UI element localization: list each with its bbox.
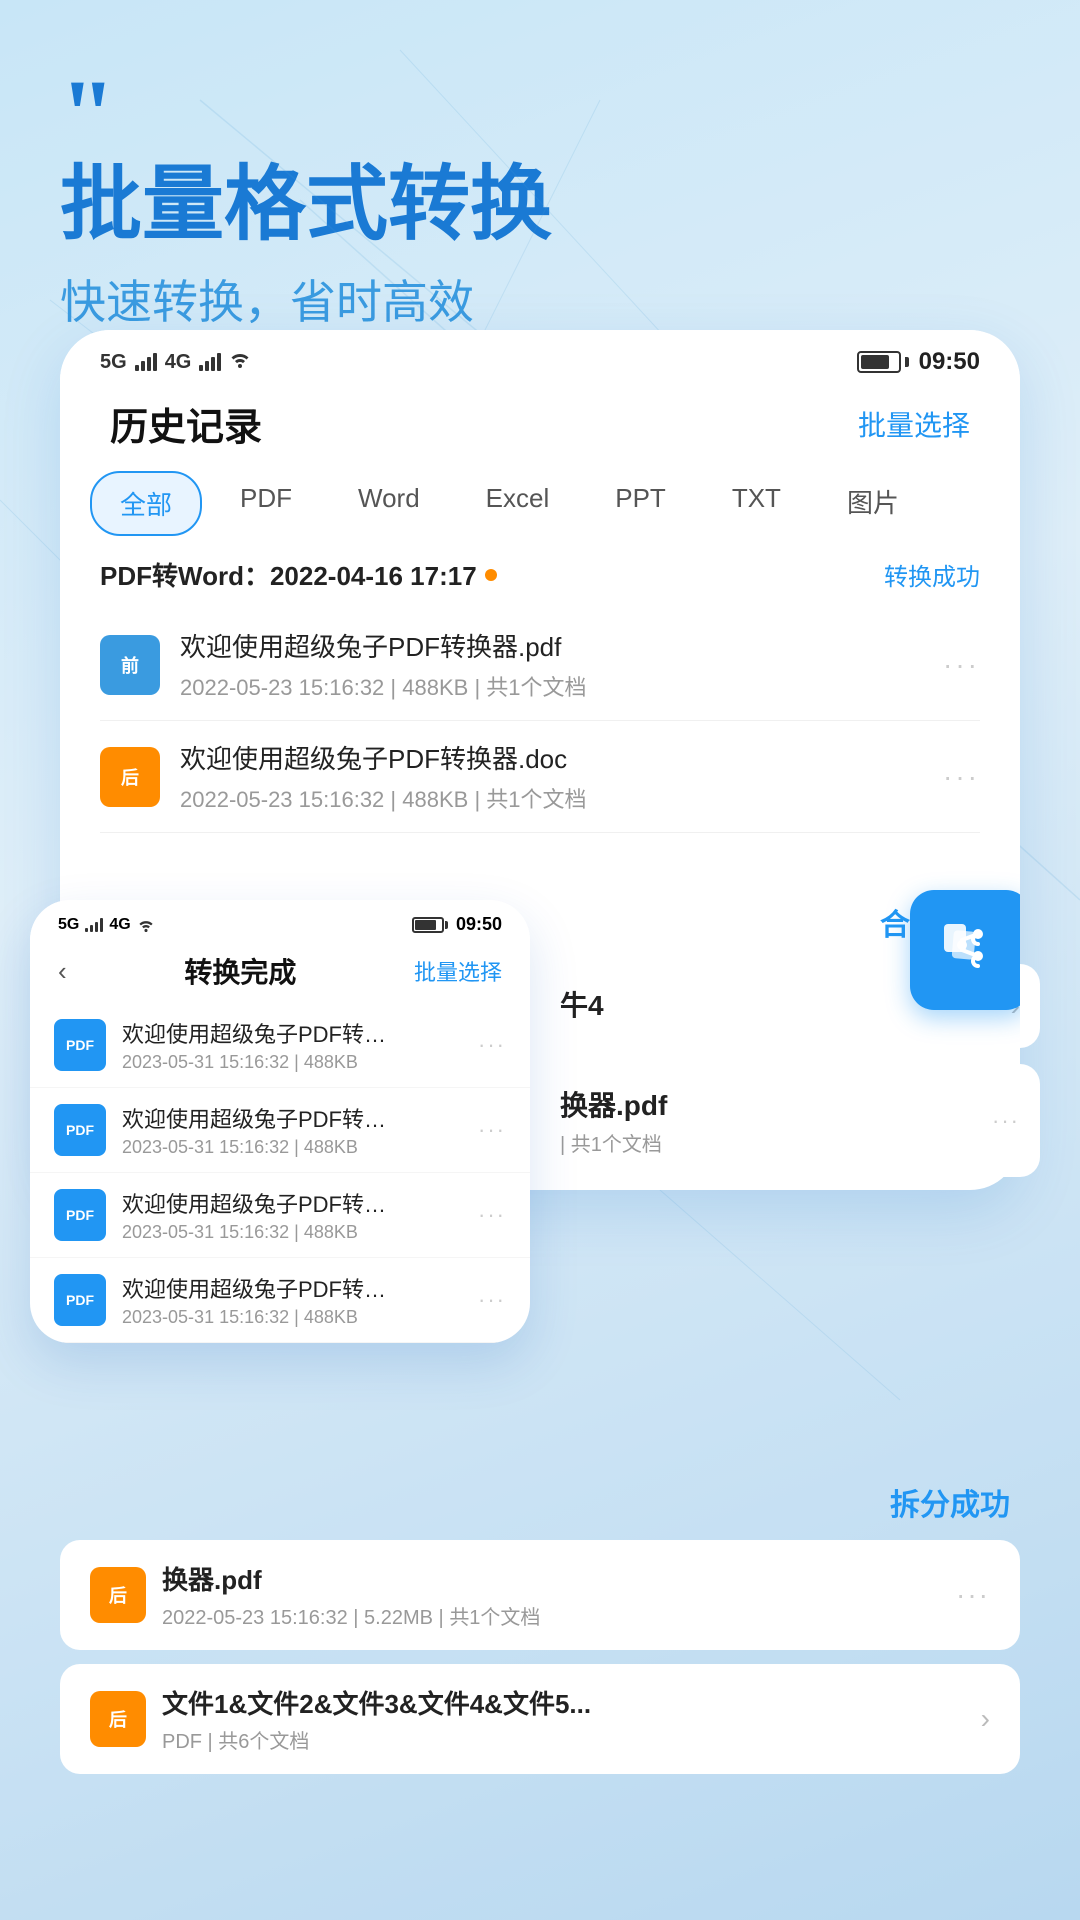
tab-all[interactable]: 全部 <box>90 471 202 536</box>
app-header: 历史记录 批量选择 <box>60 386 1020 471</box>
header-section: " 批量格式转换 快速转换，省时高效 <box>0 0 1080 372</box>
batch-select-btn[interactable]: 批量选择 <box>858 404 970 444</box>
combined-info: 文件1&文件2&文件3&文件4&文件5... PDF | 共6个文档 <box>162 1684 965 1754</box>
file-more-btn-1[interactable]: ··· <box>943 649 980 681</box>
file-meta-1: 2022-05-23 15:16:32 | 488KB | 共1个文档 <box>180 670 923 702</box>
header-title: 批量格式转换 <box>60 160 1020 250</box>
sec-file-list: PDF 欢迎使用超级兔子PDF转换器.pdf 2023-05-31 15:16:… <box>30 1003 530 1343</box>
file-info-1: 欢迎使用超级兔子PDF转换器.pdf 2022-05-23 15:16:32 |… <box>180 627 923 702</box>
tab-bar: 全部 PDF Word Excel PPT TXT 图片 <box>60 471 1020 536</box>
sec-file-info-2: 欢迎使用超级兔子PDF转换器.pdf 2023-05-31 15:16:32 |… <box>122 1102 462 1158</box>
sec-back-btn[interactable]: ‹ <box>58 956 67 987</box>
app-title: 历史记录 <box>110 396 262 451</box>
signal-5g: 5G <box>100 351 127 374</box>
conv-status: 转换成功 <box>884 557 980 592</box>
file-more-btn-2[interactable]: ··· <box>943 761 980 793</box>
sec-more-btn-2[interactable]: ··· <box>478 1117 506 1143</box>
sec-file-info-1: 欢迎使用超级兔子PDF转换器.pdf 2023-05-31 15:16:32 |… <box>122 1017 462 1073</box>
quote-mark: " <box>60 80 1020 150</box>
signal-bars-4g <box>135 353 157 371</box>
right-file-info-2: 换器.pdf | 共1个文档 <box>560 1084 976 1157</box>
sec-app-header: ‹ 转换完成 批量选择 <box>30 943 530 1003</box>
time-display: 09:50 <box>919 348 980 376</box>
sec-status-left: 5G 4G <box>58 916 155 934</box>
combined-meta: PDF | 共6个文档 <box>162 1725 965 1754</box>
split-status-label: 拆分成功 <box>60 1480 1010 1524</box>
file-badge-after: 后 <box>100 747 160 807</box>
sec-file-name-3: 欢迎使用超级兔子PDF转换器.pdf <box>122 1187 402 1219</box>
file-name-2: 欢迎使用超级兔子PDF转换器.doc <box>180 739 923 776</box>
split-more-btn[interactable]: ··· <box>956 1579 990 1611</box>
tab-pdf[interactable]: PDF <box>212 471 320 536</box>
share-button[interactable] <box>910 890 1020 1010</box>
signal-bars <box>199 353 221 371</box>
sec-batch-select[interactable]: 批量选择 <box>414 955 502 987</box>
sec-file-item-2[interactable]: PDF 欢迎使用超级兔子PDF转换器.pdf 2023-05-31 15:16:… <box>30 1088 530 1173</box>
sec-status-right: 09:50 <box>412 914 502 935</box>
sec-pdf-icon-4: PDF <box>54 1274 106 1326</box>
status-right: 09:50 <box>857 348 980 376</box>
combined-name: 文件1&文件2&文件3&文件4&文件5... <box>162 1684 965 1721</box>
right-file-meta-2: | 共1个文档 <box>560 1128 976 1157</box>
right-file-name-2: 换器.pdf <box>560 1084 976 1124</box>
secondary-phone-mockup: 5G 4G 09:50 ‹ 转换完成 批量选择 <box>30 900 530 1343</box>
file-name-1: 欢迎使用超级兔子PDF转换器.pdf <box>180 627 923 664</box>
sec-file-meta-1: 2023-05-31 15:16:32 | 488KB <box>122 1052 462 1073</box>
header-subtitle: 快速转换，省时高效 <box>60 266 1020 332</box>
right-more-btn[interactable]: ··· <box>992 1108 1020 1134</box>
combined-file-item[interactable]: 后 文件1&文件2&文件3&文件4&文件5... PDF | 共6个文档 › <box>60 1664 1020 1774</box>
tab-excel[interactable]: Excel <box>458 471 578 536</box>
sec-pdf-icon-1: PDF <box>54 1019 106 1071</box>
combined-badge: 后 <box>90 1691 146 1747</box>
sec-more-btn-1[interactable]: ··· <box>478 1032 506 1058</box>
split-file-badge: 后 <box>90 1567 146 1623</box>
sec-more-btn-4[interactable]: ··· <box>478 1287 506 1313</box>
sec-status-bar: 5G 4G 09:50 <box>30 900 530 943</box>
file-info-2: 欢迎使用超级兔子PDF转换器.doc 2022-05-23 15:16:32 |… <box>180 739 923 814</box>
right-file-item-2[interactable]: 换器.pdf | 共1个文档 ··· <box>540 1064 1040 1177</box>
file-badge-prev: 前 <box>100 635 160 695</box>
sec-file-meta-4: 2023-05-31 15:16:32 | 488KB <box>122 1307 462 1328</box>
tab-image[interactable]: 图片 <box>819 471 927 536</box>
tab-txt[interactable]: TXT <box>704 471 809 536</box>
battery-icon <box>857 351 909 373</box>
status-left: 5G 4G <box>100 350 251 374</box>
sec-file-info-4: 欢迎使用超级兔子PDF转换器.pdf 2023-05-31 15:16:32 |… <box>122 1272 462 1328</box>
bottom-panel: 拆分成功 后 换器.pdf 2022-05-23 15:16:32 | 5.22… <box>60 1480 1020 1774</box>
sec-file-info-3: 欢迎使用超级兔子PDF转换器.pdf 2023-05-31 15:16:32 |… <box>122 1187 462 1243</box>
conv-group-header: PDF转Word：2022-04-16 17:17 转换成功 <box>100 556 980 593</box>
split-file-item[interactable]: 后 换器.pdf 2022-05-23 15:16:32 | 5.22MB | … <box>60 1540 1020 1650</box>
signal-4g: 4G <box>165 351 192 374</box>
sec-file-meta-2: 2023-05-31 15:16:32 | 488KB <box>122 1137 462 1158</box>
sec-file-item-1[interactable]: PDF 欢迎使用超级兔子PDF转换器.pdf 2023-05-31 15:16:… <box>30 1003 530 1088</box>
split-file-meta: 2022-05-23 15:16:32 | 5.22MB | 共1个文档 <box>162 1601 940 1630</box>
tab-ppt[interactable]: PPT <box>587 471 694 536</box>
combined-arrow: › <box>981 1703 990 1735</box>
sec-file-item-3[interactable]: PDF 欢迎使用超级兔子PDF转换器.pdf 2023-05-31 15:16:… <box>30 1173 530 1258</box>
split-file-info: 换器.pdf 2022-05-23 15:16:32 | 5.22MB | 共1… <box>162 1560 940 1630</box>
file-meta-2: 2022-05-23 15:16:32 | 488KB | 共1个文档 <box>180 782 923 814</box>
status-bar: 5G 4G <box>60 330 1020 386</box>
conv-group-title: PDF转Word：2022-04-16 17:17 <box>100 556 497 593</box>
wifi-icon <box>229 350 251 374</box>
sec-wifi-icon <box>137 918 155 932</box>
sec-file-name-1: 欢迎使用超级兔子PDF转换器.pdf <box>122 1017 402 1049</box>
tab-word[interactable]: Word <box>330 471 448 536</box>
sec-time: 09:50 <box>456 914 502 935</box>
file-item-1[interactable]: 前 欢迎使用超级兔子PDF转换器.pdf 2022-05-23 15:16:32… <box>100 609 980 721</box>
file-item-2[interactable]: 后 欢迎使用超级兔子PDF转换器.doc 2022-05-23 15:16:32… <box>100 721 980 833</box>
sec-pdf-icon-3: PDF <box>54 1189 106 1241</box>
sec-file-name-4: 欢迎使用超级兔子PDF转换器.pdf <box>122 1272 402 1304</box>
sec-pdf-icon-2: PDF <box>54 1104 106 1156</box>
sec-file-meta-3: 2023-05-31 15:16:32 | 488KB <box>122 1222 462 1243</box>
orange-dot-indicator <box>485 569 497 581</box>
sec-file-name-2: 欢迎使用超级兔子PDF转换器.pdf <box>122 1102 402 1134</box>
sec-more-btn-3[interactable]: ··· <box>478 1202 506 1228</box>
sec-file-item-4[interactable]: PDF 欢迎使用超级兔子PDF转换器.pdf 2023-05-31 15:16:… <box>30 1258 530 1343</box>
split-file-name: 换器.pdf <box>162 1560 940 1597</box>
sec-title: 转换完成 <box>184 951 296 991</box>
conv-group: PDF转Word：2022-04-16 17:17 转换成功 前 欢迎使用超级兔… <box>60 556 1020 833</box>
